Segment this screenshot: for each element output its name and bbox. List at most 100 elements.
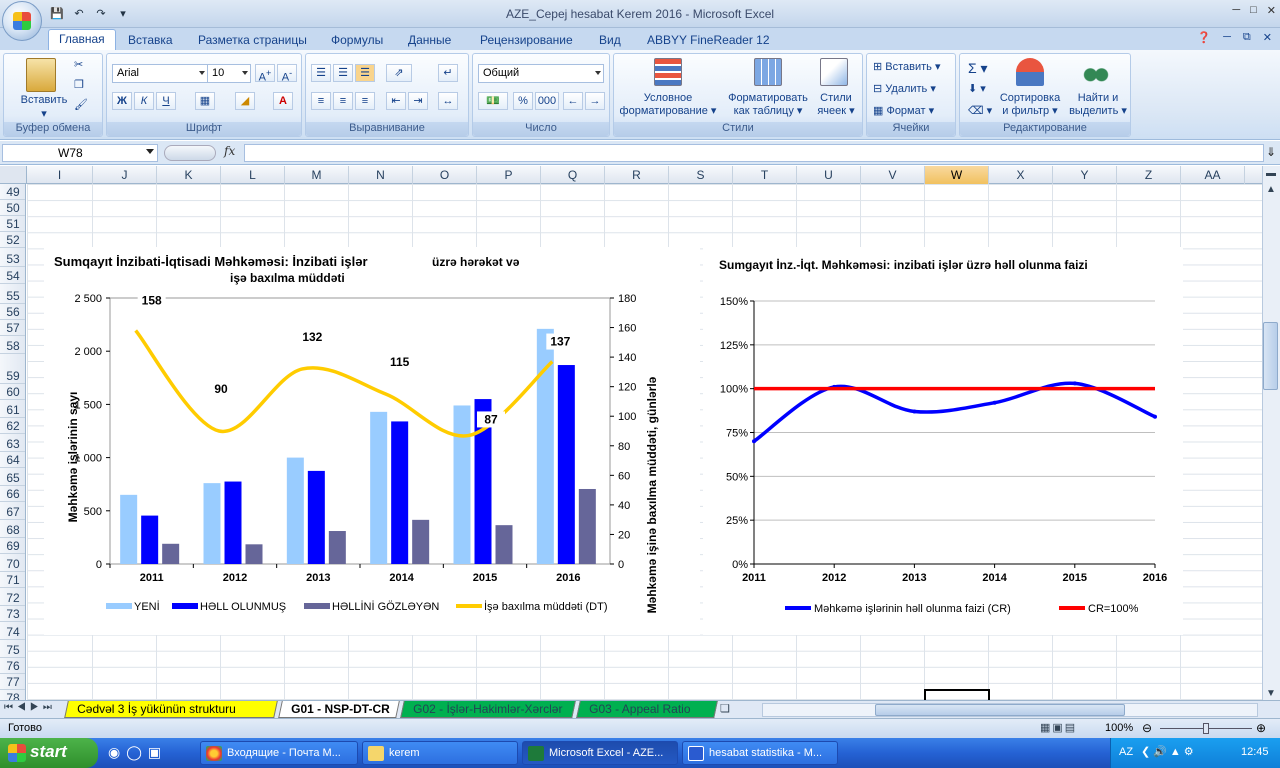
tab-data[interactable]: Данные xyxy=(398,31,461,50)
row-header-73[interactable]: 73 xyxy=(0,606,25,622)
sort-filter-button[interactable]: Сортировка и фильтр ▾ xyxy=(994,92,1066,118)
column-header-t[interactable]: T xyxy=(733,166,797,184)
increase-decimal-icon[interactable]: ← xyxy=(563,92,583,110)
tab-view[interactable]: Вид xyxy=(589,31,631,50)
align-top-icon[interactable]: ☰ xyxy=(311,64,331,82)
column-header-u[interactable]: U xyxy=(797,166,861,184)
currency-icon[interactable]: 💵 xyxy=(478,92,508,110)
autosum-icon[interactable]: Σ ▾ xyxy=(968,60,988,77)
chart1-bar-2-2[interactable] xyxy=(328,531,346,564)
row-header-58[interactable]: 58 xyxy=(0,338,25,354)
font-size-combo[interactable]: 10 xyxy=(207,64,251,83)
decrease-decimal-icon[interactable]: → xyxy=(585,92,605,110)
row-header-56[interactable]: 56 xyxy=(0,304,25,320)
quick-launch-icons[interactable]: ◉◯▣ xyxy=(108,744,167,761)
shrink-font-icon[interactable]: A- xyxy=(277,64,297,84)
doc-minimize-icon[interactable]: ─ xyxy=(1223,31,1231,44)
delete-cells-button[interactable]: ⊟ Удалить ▾ xyxy=(873,82,936,95)
tab-formulas[interactable]: Формулы xyxy=(321,31,393,50)
row-header-55[interactable]: 55 xyxy=(0,288,25,304)
expand-formula-bar-icon[interactable]: ⇓ xyxy=(1266,145,1276,159)
scroll-up-icon[interactable]: ▲ xyxy=(1266,184,1276,195)
insert-sheet-icon[interactable]: ❏ xyxy=(720,702,730,715)
column-header-v[interactable]: V xyxy=(861,166,925,184)
tab-home[interactable]: Главная xyxy=(48,29,116,50)
clear-icon[interactable]: ⌫ ▾ xyxy=(968,104,992,117)
number-format-combo[interactable]: Общий xyxy=(478,64,604,83)
align-right-icon[interactable]: ≡ xyxy=(355,92,375,110)
row-header-78[interactable]: 78 xyxy=(0,690,25,700)
name-box[interactable]: W78 xyxy=(2,144,158,162)
row-header-76[interactable]: 76 xyxy=(0,658,25,674)
name-box-arrow-icon[interactable] xyxy=(146,149,154,154)
chart1-bar-2-4[interactable] xyxy=(495,525,513,564)
row-header-68[interactable]: 68 xyxy=(0,522,25,538)
format-painter-icon[interactable]: 🖌 xyxy=(74,98,88,111)
format-as-table-button[interactable]: Форматировать как таблицу ▾ xyxy=(722,92,814,118)
chart2-cr-point-3[interactable] xyxy=(992,400,997,405)
chart2-cr-point-0[interactable] xyxy=(752,439,756,444)
row-header-65[interactable]: 65 xyxy=(0,470,25,486)
chart1-bar-1-1[interactable] xyxy=(224,481,242,564)
font-color-icon[interactable]: A xyxy=(273,92,293,110)
task-excel[interactable]: Microsoft Excel - AZE... xyxy=(522,741,678,765)
row-header-69[interactable]: 69 xyxy=(0,538,25,554)
chart1-bar-0-2[interactable] xyxy=(286,457,304,564)
increase-indent-icon[interactable]: ⇥ xyxy=(408,92,428,110)
chart1-bar-0-0[interactable] xyxy=(120,494,138,564)
language-indicator[interactable]: AZ xyxy=(1119,746,1133,758)
tab-abbyy[interactable]: ABBYY FineReader 12 xyxy=(637,31,780,50)
row-header-53[interactable]: 53 xyxy=(0,251,25,267)
row-header-50[interactable]: 50 xyxy=(0,200,25,216)
task-folder[interactable]: kerem xyxy=(362,741,518,765)
row-header-49[interactable]: 49 xyxy=(0,184,25,200)
vertical-scroll-thumb[interactable] xyxy=(1263,322,1278,390)
chart1-bar-1-3[interactable] xyxy=(391,421,409,564)
chart1-bar-1-5[interactable] xyxy=(557,365,575,564)
percent-button[interactable]: % xyxy=(513,92,533,110)
row-header-52[interactable]: 52 xyxy=(0,232,25,248)
column-header-m[interactable]: M xyxy=(285,166,349,184)
chart1-bar-2-3[interactable] xyxy=(412,519,430,564)
row-header-71[interactable]: 71 xyxy=(0,572,25,588)
row-header-59[interactable]: 59 xyxy=(0,368,25,384)
column-header-i[interactable]: I xyxy=(27,166,93,184)
row-header-63[interactable]: 63 xyxy=(0,436,25,452)
chart1-bar-2-0[interactable] xyxy=(162,543,180,564)
column-header-j[interactable]: J xyxy=(93,166,157,184)
vertical-scrollbar[interactable]: ▬ ▲ ▼ xyxy=(1262,166,1280,701)
sheet-tab-4[interactable]: G03 - Appeal Ratio xyxy=(576,701,718,718)
help-icon[interactable]: ❓ xyxy=(1197,31,1211,44)
paste-dropdown-icon[interactable]: ▾ xyxy=(34,108,54,121)
row-header-62[interactable]: 62 xyxy=(0,418,25,434)
row-header-75[interactable]: 75 xyxy=(0,642,25,658)
view-buttons[interactable]: ▦▣▤ xyxy=(1040,721,1077,734)
column-header-y[interactable]: Y xyxy=(1053,166,1117,184)
task-mail[interactable]: Входящие - Почта M... xyxy=(200,741,358,765)
orientation-icon[interactable]: ⇗ xyxy=(386,64,412,82)
fill-color-icon[interactable]: ◢ xyxy=(235,92,255,110)
row-header-77[interactable]: 77 xyxy=(0,674,25,690)
chart1-bar-1-0[interactable] xyxy=(141,515,159,564)
column-header-r[interactable]: R xyxy=(605,166,669,184)
chart2-cr-point-5[interactable] xyxy=(1153,414,1157,419)
borders-icon[interactable]: ▦ xyxy=(195,92,215,110)
merge-cells-icon[interactable]: ↔ xyxy=(438,92,458,110)
row-header-57[interactable]: 57 xyxy=(0,320,25,336)
underline-button[interactable]: Ч xyxy=(156,92,176,110)
maximize-icon[interactable]: □ xyxy=(1250,4,1257,17)
row-header-74[interactable]: 74 xyxy=(0,624,25,640)
sheet-nav-icons[interactable]: ⏮◀▶⏭ xyxy=(4,702,56,713)
row-header-60[interactable]: 60 xyxy=(0,384,25,400)
minimize-icon[interactable]: ─ xyxy=(1232,4,1240,17)
row-header-54[interactable]: 54 xyxy=(0,268,25,284)
chart1-bar-0-4[interactable] xyxy=(453,405,471,564)
column-header-w[interactable]: W xyxy=(925,166,989,184)
zoom-out-icon[interactable]: ⊖ xyxy=(1142,721,1152,735)
insert-cells-button[interactable]: ⊞ Вставить ▾ xyxy=(873,60,941,73)
formula-input[interactable] xyxy=(244,144,1264,162)
cut-icon[interactable]: ✂ xyxy=(74,58,83,71)
align-bottom-icon[interactable]: ☰ xyxy=(355,64,375,82)
column-header-n[interactable]: N xyxy=(349,166,413,184)
task-word[interactable]: hesabat statistika - M... xyxy=(682,741,838,765)
